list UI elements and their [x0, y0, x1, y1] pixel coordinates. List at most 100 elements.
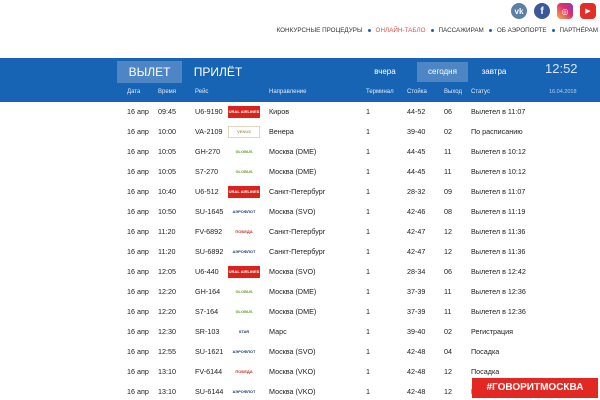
flight-date: 16 апр — [127, 307, 149, 316]
facebook-icon[interactable]: f — [534, 3, 550, 19]
flight-date: 16 апр — [127, 127, 149, 136]
flight-terminal: 1 — [366, 327, 370, 336]
flight-date: 16 апр — [127, 187, 149, 196]
flight-terminal: 1 — [366, 307, 370, 316]
flight-destination: Киров — [269, 107, 290, 116]
flight-time: 11:20 — [158, 247, 176, 256]
flight-number: SR-103 — [195, 327, 220, 336]
boarding-gate: 11 — [444, 147, 452, 156]
column-header-status: Статус — [471, 89, 490, 95]
flight-destination: Москва (DME) — [269, 167, 317, 176]
flight-number: VA-2109 — [195, 127, 223, 136]
flight-date: 16 апр — [127, 387, 149, 396]
youtube-icon[interactable]: ▶ — [580, 3, 596, 19]
tab-departure[interactable]: ВЫЛЕТ — [117, 61, 182, 83]
nav-separator — [551, 29, 555, 32]
airline-logo-cell: GLOBUS — [228, 166, 260, 178]
flight-row[interactable]: 16 апр 12:20 GH-164 Москва (DME) 1 37-39 11 Выл… — [0, 282, 600, 302]
flight-number: S7-164 — [195, 307, 219, 316]
flight-number: U6-440 — [195, 267, 219, 276]
airline-logo-cell: URAL AIRLINES — [228, 266, 260, 278]
airline-logo-globus: GLOBUS — [228, 166, 260, 178]
airline-logo-cell: АЭРОФЛОТ — [228, 386, 260, 398]
flight-date: 16 апр — [127, 167, 149, 176]
column-header-destination: Направление — [269, 89, 307, 95]
flight-row[interactable]: 16 апр 12:30 SR-103 Марс 1 39-40 02 Регистрация… — [0, 322, 600, 342]
flight-row[interactable]: 16 апр 12:55 SU-1621 Москва (SVO) 1 42-48 04 По… — [0, 342, 600, 362]
flight-time: 13:10 — [158, 387, 176, 396]
flight-row[interactable]: 16 апр 12:05 U6-440 Москва (SVO) 1 28-34 06 Выл… — [0, 262, 600, 282]
flight-row[interactable]: 16 апр 11:20 FV-6892 Санкт-Петербург 1 42-47 1… — [0, 222, 600, 242]
flight-row[interactable]: 16 апр 11:20 SU-6892 Санкт-Петербург 1 42-47 1… — [0, 242, 600, 262]
nav-link-passengers[interactable]: ПАССАЖИРАМ — [439, 27, 484, 34]
flight-row[interactable]: 16 апр 09:45 U6-9190 Киров 1 44-52 06 Вылетел в… — [0, 102, 600, 122]
flight-terminal: 1 — [366, 167, 370, 176]
top-navigation: КОНКУРСНЫЕ ПРОЦЕДУРЫ ОНЛАЙН-ТАБЛО ПАССАЖ… — [277, 27, 598, 34]
day-tomorrow-button[interactable]: завтра — [470, 62, 518, 82]
flight-status: Вылетел в 11:19 — [471, 207, 526, 216]
checkin-stand: 42-48 — [407, 347, 426, 356]
checkin-stand: 42-47 — [407, 247, 426, 256]
flight-status: Вылетел в 11:07 — [471, 107, 526, 116]
flight-date: 16 апр — [127, 247, 149, 256]
vk-icon[interactable]: vk — [511, 3, 527, 19]
day-today-button[interactable]: сегодня — [417, 62, 468, 82]
flight-row[interactable]: 16 апр 10:05 GH-270 Москва (DME) 1 44-45 11 Выл… — [0, 142, 600, 162]
flight-destination: Санкт-Петербург — [269, 247, 326, 256]
flight-row[interactable]: 16 апр 10:50 SU-1645 Москва (SVO) 1 42-46 08 Вы… — [0, 202, 600, 222]
flight-row[interactable]: 16 апр 10:05 S7-270 Москва (DME) 1 44-45 11 Выл… — [0, 162, 600, 182]
flight-status: Вылетел в 10:12 — [471, 167, 526, 176]
flight-status: Посадка — [471, 347, 500, 356]
flight-terminal: 1 — [366, 147, 370, 156]
checkin-stand: 42-48 — [407, 387, 426, 396]
airline-logo-cell: GLOBUS — [228, 286, 260, 298]
flight-terminal: 1 — [366, 207, 370, 216]
flight-terminal: 1 — [366, 287, 370, 296]
flight-row[interactable]: 16 апр 12:20 S7-164 Москва (DME) 1 37-39 11 Выл… — [0, 302, 600, 322]
flight-status: Вылетел в 10:12 — [471, 147, 526, 156]
airline-logo-globus: GLOBUS — [228, 146, 260, 158]
airline-logo-aeroflot: АЭРОФЛОТ — [228, 386, 260, 398]
flight-time: 11:20 — [158, 227, 176, 236]
airline-logo-aeroflot: АЭРОФЛОТ — [228, 246, 260, 258]
flight-terminal: 1 — [366, 127, 370, 136]
nav-link-about-airport[interactable]: ОБ АЭРОПОРТЕ — [497, 27, 547, 34]
flight-number: U6-512 — [195, 187, 219, 196]
flight-destination: Москва (SVO) — [269, 267, 316, 276]
checkin-stand: 37-39 — [407, 287, 426, 296]
airline-logo-ural: URAL AIRLINES — [228, 106, 260, 118]
flight-time: 12:55 — [158, 347, 176, 356]
flight-row[interactable]: 16 апр 10:40 U6-512 Санкт-Петербург 1 28-32 09… — [0, 182, 600, 202]
flight-destination: Санкт-Петербург — [269, 187, 326, 196]
checkin-stand: 42-46 — [407, 207, 426, 216]
flight-date: 16 апр — [127, 287, 149, 296]
day-yesterday-button[interactable]: вчера — [360, 62, 410, 82]
flight-time: 10:40 — [158, 187, 176, 196]
boarding-gate: 12 — [444, 367, 452, 376]
flight-terminal: 1 — [366, 367, 370, 376]
column-header-flight: Рейс — [195, 89, 209, 95]
nav-link-partners[interactable]: ПАРТНЁРАМ — [560, 27, 598, 34]
flight-time: 10:05 — [158, 147, 176, 156]
flight-terminal: 1 — [366, 267, 370, 276]
boarding-gate: 06 — [444, 267, 452, 276]
flight-number: SU-1645 — [195, 207, 224, 216]
checkin-stand: 28-34 — [407, 267, 426, 276]
flight-number: GH-164 — [195, 287, 221, 296]
flight-board-header: ВЫЛЕТ ПРИЛЁТ вчера сегодня завтра 12:52 … — [0, 58, 600, 102]
column-header-gate: Выход — [444, 89, 462, 95]
boarding-gate: 11 — [444, 167, 452, 176]
nav-link-online-board[interactable]: ОНЛАЙН-ТАБЛО — [376, 27, 426, 34]
flight-number: U6-9190 — [195, 107, 223, 116]
airline-logo-ural: URAL AIRLINES — [228, 186, 260, 198]
checkin-stand: 39-40 — [407, 127, 426, 136]
flight-row[interactable]: 16 апр 10:00 VA-2109 Венера 1 39-40 02 По распи… — [0, 122, 600, 142]
flight-time: 10:05 — [158, 167, 176, 176]
tab-arrival[interactable]: ПРИЛЁТ — [188, 61, 248, 83]
column-header-time: Время — [158, 89, 177, 95]
instagram-icon[interactable]: ◎ — [557, 3, 573, 19]
column-header-stand: Стойка — [407, 89, 427, 95]
nav-link-procurement[interactable]: КОНКУРСНЫЕ ПРОЦЕДУРЫ — [277, 27, 363, 34]
airline-logo-aeroflot: АЭРОФЛОТ — [228, 346, 260, 358]
checkin-stand: 28-32 — [407, 187, 426, 196]
